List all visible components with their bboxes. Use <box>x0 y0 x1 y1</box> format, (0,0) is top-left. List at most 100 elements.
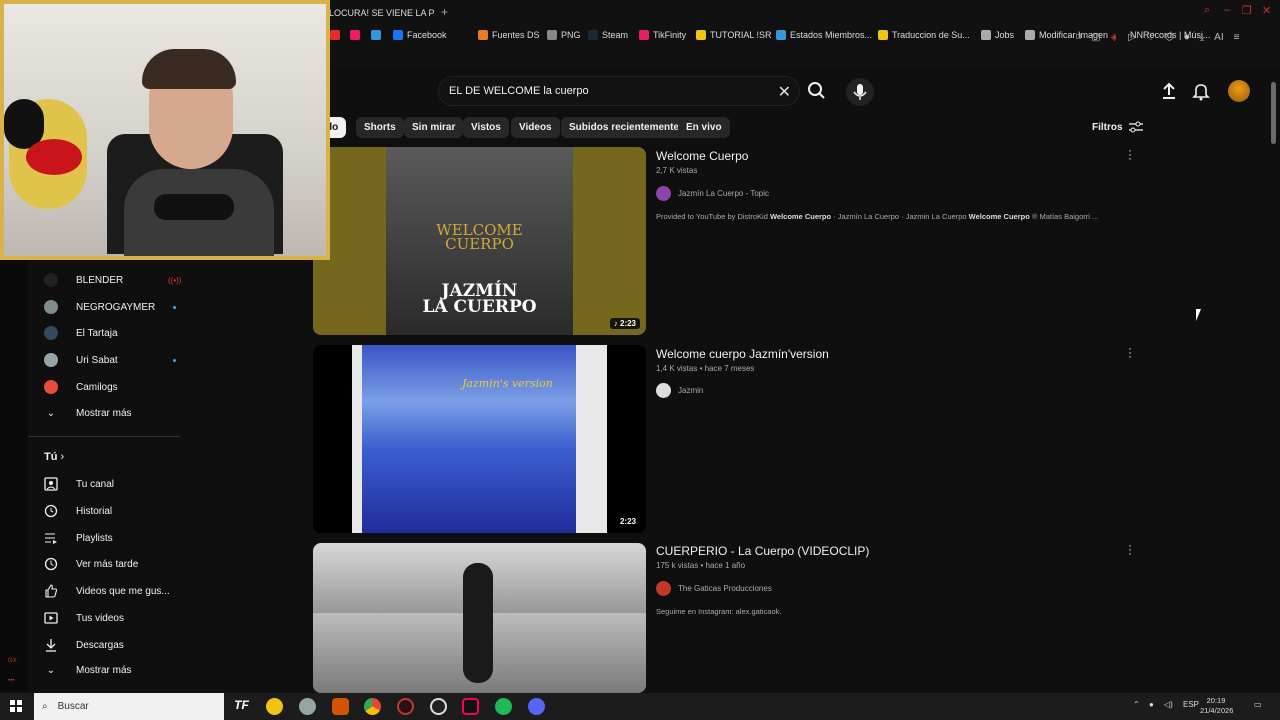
person-image <box>463 563 493 683</box>
channel-link[interactable]: Jazmín La Cuerpo - Topic <box>656 186 769 201</box>
bookmark-item[interactable]: Steam <box>588 28 628 42</box>
filter-chip[interactable]: Vistos <box>463 117 509 138</box>
coin-app-icon[interactable] <box>266 698 283 715</box>
filter-chip[interactable]: Sin mirar <box>404 117 464 138</box>
chrome-icon[interactable] <box>364 698 381 715</box>
search-input[interactable]: EL DE WELCOME la cuerpo <box>449 85 589 97</box>
video-thumbnail[interactable] <box>313 543 646 693</box>
new-tab-icon[interactable]: + <box>441 5 448 19</box>
tiktok-icon[interactable] <box>462 698 479 715</box>
video-title[interactable]: Welcome cuerpo Jazmín'version <box>656 347 829 361</box>
channel-link[interactable]: The Gaticas Producciones <box>656 581 772 596</box>
voice-search-button[interactable] <box>846 78 874 106</box>
mouse-cursor <box>1196 309 1201 321</box>
bookmark-messenger-icon[interactable] <box>371 28 381 42</box>
sidebar-item-history[interactable]: Historial <box>44 500 112 522</box>
sidebar-item-video[interactable]: Tus videos <box>44 607 124 629</box>
video-title[interactable]: Welcome Cuerpo <box>656 149 748 163</box>
channel-avatar <box>44 326 58 340</box>
sidebar-subscription-item[interactable]: NEGROGAYMER <box>44 296 184 318</box>
sidebar-item-thumb-up[interactable]: Videos que me gus... <box>44 580 170 602</box>
sidebar-item-download[interactable]: Descargas <box>44 634 124 656</box>
sidebar-item-channel[interactable]: Tu canal <box>44 473 114 495</box>
show-more-subscriptions[interactable]: ⌄ Mostrar más <box>44 402 132 424</box>
clear-search-icon[interactable]: ✕ <box>778 82 791 102</box>
show-more-label: Mostrar más <box>76 664 132 676</box>
filter-chip[interactable]: Videos <box>511 117 560 138</box>
live-icon: ((•)) <box>168 275 182 285</box>
menu-icon[interactable]: ≡ <box>1234 32 1240 43</box>
duration-badge: 2:23 <box>615 516 640 527</box>
bookmark-item[interactable]: Estados Miembros... <box>776 28 872 42</box>
filters-button[interactable]: Filtros <box>1092 121 1143 133</box>
avatar[interactable] <box>1228 80 1250 102</box>
more-actions-icon[interactable]: · · · <box>1128 144 1132 164</box>
filter-chip[interactable]: Subidos recientemente <box>561 117 688 138</box>
you-section-title[interactable]: Tú › <box>44 451 64 463</box>
taskbar-search[interactable]: ⌕ Buscar <box>34 693 224 720</box>
video-title[interactable]: CUERPERIO - La Cuerpo (VIDEOCLIP) <box>656 544 869 558</box>
filter-icon <box>1128 121 1143 133</box>
close-window-icon[interactable]: ✕ <box>1262 4 1271 17</box>
sidebar-subscription-item[interactable]: Uri Sabat <box>44 349 184 371</box>
bookmark-item[interactable]: NNRecords | Músi... <box>1116 28 1210 42</box>
thumbnail-text: WELCOME CUERPO <box>436 221 523 253</box>
download-icon <box>44 638 58 652</box>
sidebar: BLENDER ((•)) NEGROGAYMER El Tartaja Uri Sab… <box>28 260 188 692</box>
more-actions-icon[interactable]: · · · <box>1128 539 1132 559</box>
windows-start-icon[interactable] <box>10 700 22 712</box>
video-meta: 1,4 K vistas • hace 7 meses <box>656 364 755 373</box>
bookmark-item[interactable]: TikFinity <box>639 28 686 42</box>
bookmark-item[interactable]: Facebook <box>393 28 447 42</box>
bookmark-app-icon[interactable] <box>350 28 360 42</box>
sidebar-item-playlist[interactable]: Playlists <box>44 527 113 549</box>
channel-link[interactable]: Jazmin <box>656 383 703 398</box>
video-icon <box>44 611 58 625</box>
video-thumbnail[interactable]: WELCOME CUERPO JAZMÍN LA CUERPO ♪ 2:23 <box>313 147 646 335</box>
bookmark-item[interactable]: Modificar Imagen <box>1025 28 1108 42</box>
powerpoint-icon[interactable] <box>332 698 349 715</box>
sidebar-subscription-item[interactable]: BLENDER ((•)) <box>44 269 184 291</box>
restore-icon[interactable]: ❐ <box>1242 4 1252 17</box>
notifications-tray-icon[interactable]: ▭ <box>1254 700 1262 709</box>
volume-icon[interactable]: ◁) <box>1164 700 1173 709</box>
browser-tab[interactable]: ¡LOCURA! SE VIENE LA PE <box>326 4 434 24</box>
tray-chevron-icon[interactable]: ⌃ <box>1133 700 1140 709</box>
search-button[interactable] <box>800 76 832 106</box>
filter-chip[interactable]: En vivo <box>678 117 730 138</box>
bookmark-item[interactable]: TUTORIAL !SR <box>696 28 772 42</box>
language-indicator[interactable]: ESP <box>1183 700 1199 709</box>
sidebar-item-clock[interactable]: Ver más tarde <box>44 553 138 575</box>
bookmark-favicon-icon <box>878 30 888 40</box>
shield-app-icon[interactable] <box>299 698 316 715</box>
video-thumbnail[interactable]: Jazmin's version 2:23 <box>313 345 646 533</box>
search-tabs-icon[interactable]: ⌕ <box>1204 4 1210 17</box>
opera-gx-icon[interactable] <box>397 698 414 715</box>
spotify-icon[interactable] <box>495 698 512 715</box>
left-strip: GX ••• <box>0 260 28 692</box>
video-meta: 2,7 K vistas <box>656 166 698 175</box>
search-box[interactable]: EL DE WELCOME la cuerpo ✕ <box>438 76 800 106</box>
minimize-icon[interactable]: – <box>1224 4 1230 16</box>
filter-chip[interactable]: Shorts <box>356 117 404 138</box>
gx-icon: GX <box>8 658 17 664</box>
scrollbar[interactable] <box>1271 82 1276 144</box>
show-more-you[interactable]: ⌄ Mostrar más <box>44 659 132 681</box>
clock[interactable]: 20:19 21/4/2026 <box>1200 696 1233 716</box>
bookmark-item[interactable]: Fuentes DS <box>478 28 540 42</box>
sidebar-subscription-item[interactable]: Camilogs <box>44 376 184 398</box>
upload-button[interactable] <box>1158 80 1180 102</box>
more-actions-icon[interactable]: · · · <box>1128 342 1132 362</box>
bookmark-youtube-icon[interactable] <box>330 28 340 42</box>
ai-button[interactable]: AI <box>1214 32 1223 43</box>
bookmark-item[interactable]: PNG <box>547 28 581 42</box>
bookmark-item[interactable]: Jobs <box>981 28 1014 42</box>
obs-icon[interactable] <box>430 698 447 715</box>
discord-icon[interactable] <box>528 698 545 715</box>
tf-app-icon[interactable]: TF <box>233 698 250 715</box>
video-description: Provided to YouTube by DistroKid Welcome… <box>656 212 1099 221</box>
notifications-button[interactable] <box>1190 80 1212 102</box>
bookmark-item[interactable]: Traduccion de Su... <box>878 28 970 42</box>
mic-tray-icon[interactable]: ● <box>1149 700 1154 709</box>
sidebar-subscription-item[interactable]: El Tartaja <box>44 322 184 344</box>
